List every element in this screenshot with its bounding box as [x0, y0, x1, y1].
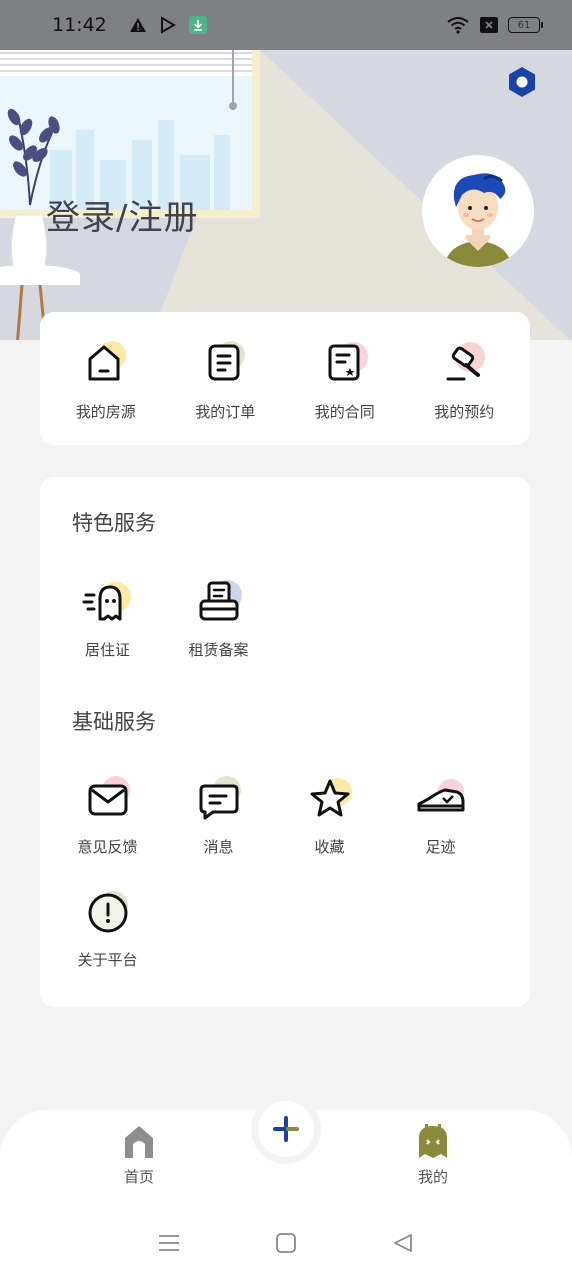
- message-icon: [199, 776, 241, 820]
- login-register-link[interactable]: 登录/注册: [46, 190, 198, 239]
- service-feedback[interactable]: 意见反馈: [52, 772, 163, 857]
- service-residence-permit[interactable]: 居住证: [52, 575, 163, 660]
- quick-action-my-appointments[interactable]: 我的预约: [409, 335, 519, 422]
- quick-action-my-orders[interactable]: 我的订单: [170, 335, 280, 422]
- nav-add-container: [251, 1094, 321, 1164]
- service-messages[interactable]: 消息: [163, 772, 274, 857]
- service-about-platform[interactable]: 关于平台: [52, 885, 163, 970]
- service-label: 租赁备案: [188, 641, 249, 659]
- service-lease-filing[interactable]: 租赁备案: [163, 575, 274, 660]
- nav-add-button[interactable]: [258, 1101, 314, 1157]
- featured-services-title: 特色服务: [72, 511, 156, 535]
- service-label: 收藏: [314, 838, 345, 856]
- quick-action-label: 我的房源: [75, 403, 136, 421]
- settings-gear-icon[interactable]: [506, 66, 538, 98]
- window-blinds: [0, 48, 252, 76]
- quick-action-label: 我的订单: [195, 403, 256, 421]
- quick-action-my-listings[interactable]: 我的房源: [51, 335, 161, 422]
- status-bar: 11:42 61: [0, 0, 572, 50]
- sim-off-icon: [480, 16, 498, 34]
- nav-home-label: 首页: [123, 1168, 154, 1186]
- order-icon: [208, 341, 246, 381]
- user-avatar[interactable]: [422, 155, 534, 267]
- service-footprints[interactable]: 足迹: [385, 772, 496, 857]
- services-card: 特色服务 居住证 租赁备案 基础服务 意见反馈 消息 收藏 足迹 关于平台: [40, 477, 530, 1007]
- quick-actions-card: 我的房源 我的订单 我的合同 我的预约: [40, 312, 530, 445]
- service-label: 居住证: [84, 641, 130, 659]
- printer-icon: [199, 580, 242, 621]
- back-triangle-icon[interactable]: [390, 1230, 416, 1256]
- status-time: 11:42: [52, 14, 107, 36]
- plus-icon: [273, 1116, 299, 1142]
- info-icon: [88, 891, 128, 933]
- quick-action-label: 我的合同: [314, 403, 375, 421]
- wifi-icon: [446, 16, 470, 34]
- service-favorites[interactable]: 收藏: [274, 772, 385, 857]
- nav-mine-label: 我的: [417, 1168, 448, 1186]
- battery-indicator: 61: [508, 17, 543, 33]
- quick-action-my-contracts[interactable]: 我的合同: [290, 335, 400, 422]
- warning-icon: [129, 16, 147, 34]
- system-navigation-bar: [0, 1206, 572, 1280]
- quick-action-label: 我的预约: [434, 403, 495, 421]
- gavel-icon: [446, 342, 486, 381]
- nav-home[interactable]: 首页: [99, 1124, 179, 1187]
- menu-icon[interactable]: [156, 1230, 182, 1256]
- service-label: 足迹: [425, 838, 456, 856]
- contract-icon: [328, 342, 368, 381]
- shoe-icon: [417, 779, 464, 812]
- nav-mine[interactable]: 我的: [393, 1124, 473, 1187]
- basic-services-title: 基础服务: [72, 710, 156, 734]
- ghost-icon: [82, 582, 131, 621]
- home-square-icon[interactable]: [273, 1230, 299, 1256]
- service-label: 消息: [203, 838, 234, 856]
- home-icon: [125, 1126, 153, 1158]
- service-label: 意见反馈: [77, 838, 138, 856]
- service-label: 关于平台: [77, 951, 138, 969]
- play-store-icon: [159, 16, 177, 34]
- house-icon: [88, 341, 126, 381]
- envelope-icon: [88, 776, 130, 816]
- star-icon: [310, 778, 352, 817]
- download-icon: [188, 16, 207, 34]
- mine-ghost-icon: [419, 1124, 447, 1158]
